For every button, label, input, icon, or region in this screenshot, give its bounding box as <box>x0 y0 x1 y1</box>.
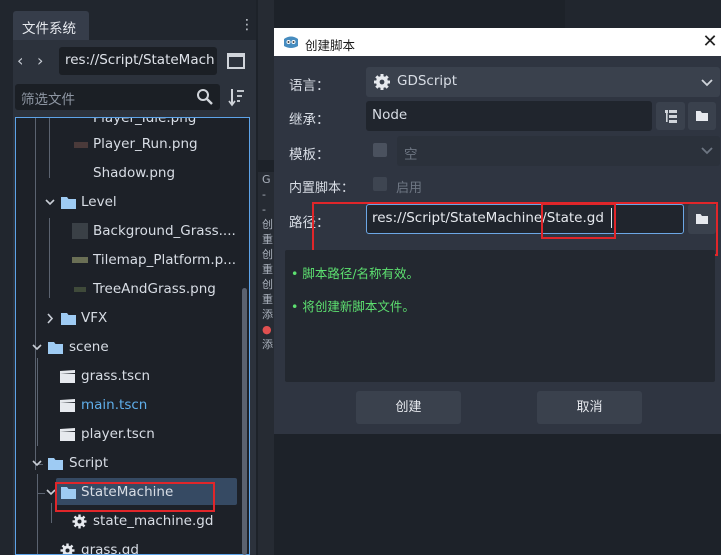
list-item[interactable]: TreeAndGrass.png <box>16 275 249 304</box>
list-item[interactable]: Script <box>16 449 249 478</box>
list-item[interactable]: Level <box>16 188 249 217</box>
file-name: main.tscn <box>81 397 148 413</box>
log-char: - <box>262 188 266 201</box>
file-name: Shadow.png <box>93 165 176 181</box>
folder-icon <box>61 312 76 325</box>
list-item[interactable]: VFX <box>16 304 249 333</box>
error-dot-icon: ● <box>262 323 272 336</box>
sort-icon[interactable] <box>226 86 248 108</box>
split-view-icon[interactable] <box>224 49 248 73</box>
chevron-down-icon <box>700 140 714 160</box>
annotation-box <box>541 203 616 239</box>
file-name: Player_Run.png <box>93 136 198 152</box>
log-char: 创 <box>262 278 273 291</box>
annotation-box <box>312 202 718 256</box>
image-thumbnail-icon <box>72 257 88 263</box>
list-item[interactable]: player.tscn <box>16 420 249 449</box>
file-name: Tilemap_Platform.p... <box>93 252 237 268</box>
back-icon[interactable]: ‹ <box>17 49 33 73</box>
create-button[interactable]: 创建 <box>356 391 461 424</box>
folder-name: Script <box>69 455 109 471</box>
builtin-checkbox[interactable] <box>373 177 387 191</box>
class-tree-button[interactable] <box>656 102 685 130</box>
list-item[interactable]: Tilemap_Platform.p... <box>16 246 249 275</box>
editor-panel-strip <box>258 0 274 160</box>
template-value: 空 <box>404 147 418 163</box>
current-path-field[interactable]: res://Script/StateMach <box>59 47 217 75</box>
builtin-label: 内置脚本： <box>289 181 355 196</box>
folder-icon <box>48 457 63 470</box>
inspector-strip <box>565 0 721 28</box>
folder-name: Level <box>81 194 117 210</box>
godot-logo-icon <box>282 33 300 51</box>
gear-icon <box>373 73 391 91</box>
log-char: 创 <box>262 248 273 261</box>
close-icon[interactable]: ✕ <box>700 30 720 54</box>
file-name: grass.tscn <box>81 368 151 384</box>
log-char: 添 <box>262 338 273 351</box>
folder-icon <box>61 196 76 209</box>
list-item[interactable]: grass.tscn <box>16 362 249 391</box>
file-name: player.tscn <box>81 426 155 442</box>
chevron-right-icon[interactable] <box>44 304 56 333</box>
folder-open-button[interactable] <box>688 102 716 130</box>
inherit-value: Node <box>372 107 408 123</box>
image-thumbnail-icon <box>72 223 88 239</box>
file-name: TreeAndGrass.png <box>93 281 216 297</box>
template-select[interactable] <box>397 136 720 166</box>
log-char: 重 <box>262 233 273 246</box>
log-char: 添 <box>262 308 273 321</box>
clapperboard-icon <box>60 399 75 412</box>
template-checkbox[interactable] <box>373 143 387 157</box>
tree-scrollbar[interactable] <box>242 288 247 555</box>
folder-icon <box>48 341 63 354</box>
image-thumbnail-icon <box>74 142 88 148</box>
gear-icon <box>72 514 87 529</box>
status-path-valid: • 脚本路径/名称有效。 <box>291 266 420 281</box>
clapperboard-icon <box>60 370 75 383</box>
list-item[interactable]: scene <box>16 333 249 362</box>
list-item[interactable]: Player_Run.png <box>16 130 249 159</box>
log-char: - <box>262 203 266 216</box>
forward-icon[interactable]: › <box>37 49 53 73</box>
folder-name: scene <box>69 339 109 355</box>
language-label: 语言： <box>289 78 330 94</box>
inherit-label: 继承： <box>289 112 330 128</box>
log-char: 重 <box>262 293 273 306</box>
search-icon <box>195 87 215 107</box>
annotation-box <box>55 482 215 512</box>
list-item[interactable]: Background_Grass.... <box>16 217 249 246</box>
log-char: 创 <box>262 218 273 231</box>
list-item[interactable]: grass.gd <box>16 536 249 555</box>
output-log: G - - 创 重 创 重 创 重 添 ● 添 <box>262 172 274 412</box>
chevron-down-icon[interactable] <box>44 188 56 217</box>
tab-filesystem[interactable]: 文件系统 <box>13 11 89 40</box>
gear-icon <box>60 543 75 554</box>
clapperboard-icon <box>60 428 75 441</box>
status-new-file: • 将创建新脚本文件。 <box>291 299 415 314</box>
list-item[interactable]: main.tscn <box>16 391 249 420</box>
builtin-value: 启用 <box>396 181 423 196</box>
template-label: 模板： <box>289 147 330 163</box>
list-item[interactable]: Shadow.png <box>16 159 249 188</box>
dock-menu-icon[interactable]: ⋮ <box>240 14 254 36</box>
log-char: 重 <box>262 263 273 276</box>
chevron-down-icon <box>700 72 714 92</box>
inherit-input[interactable] <box>366 101 652 131</box>
log-char: G <box>262 173 271 186</box>
filter-files-input[interactable]: 筛选文件 <box>15 84 220 110</box>
language-value: GDScript <box>397 73 458 89</box>
file-name: Background_Grass.... <box>93 223 236 239</box>
file-name: grass.gd <box>81 542 139 555</box>
chevron-down-icon[interactable] <box>31 449 43 478</box>
cancel-button[interactable]: 取消 <box>537 391 642 424</box>
image-thumbnail-icon <box>74 287 86 292</box>
folder-name: VFX <box>81 310 108 326</box>
chevron-down-icon[interactable] <box>31 333 43 362</box>
dialog-title: 创建脚本 <box>305 38 356 53</box>
